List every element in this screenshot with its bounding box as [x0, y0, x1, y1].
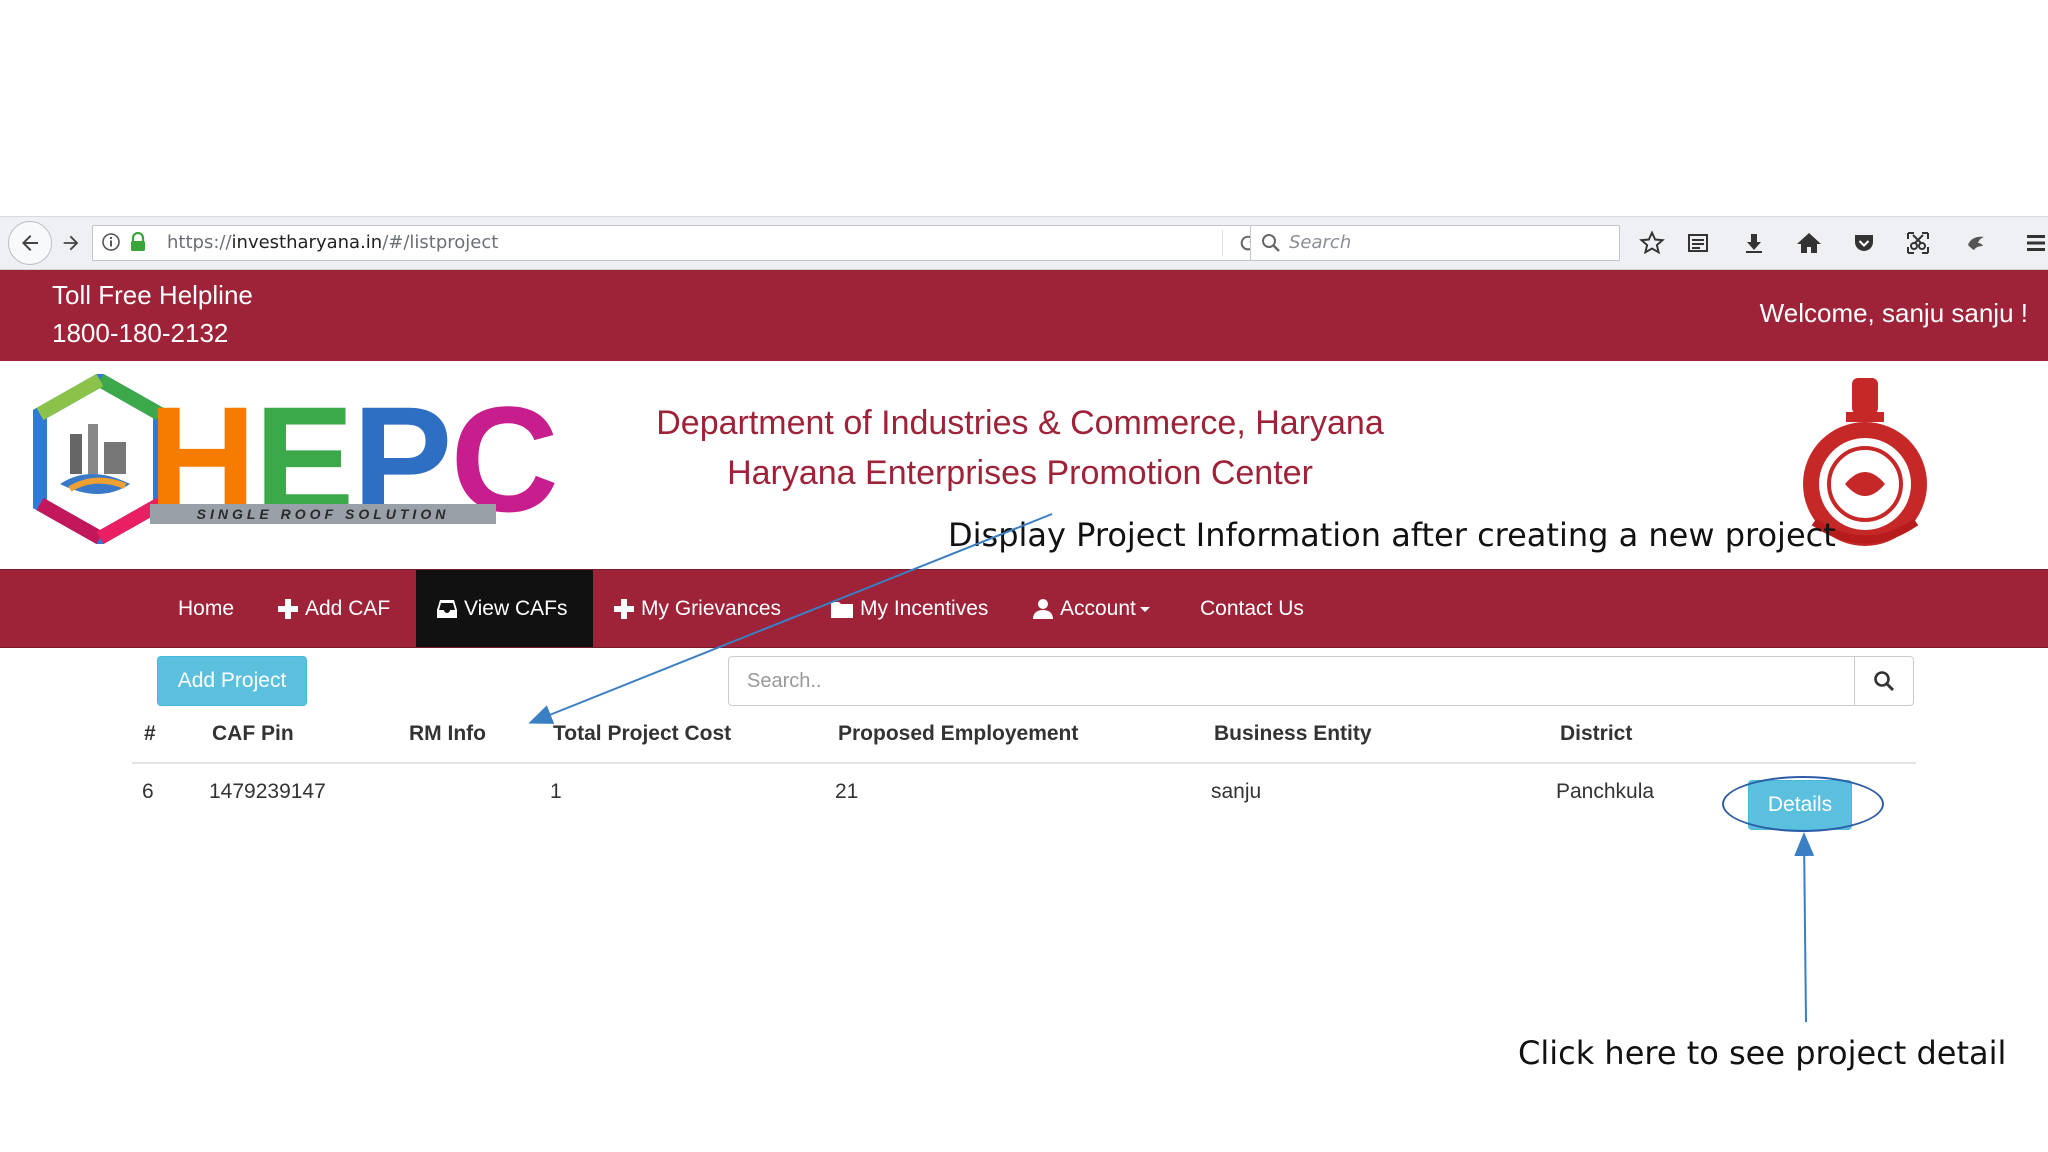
address-bar[interactable]: https://investharyana.in/#/listproject	[92, 225, 1272, 261]
url-host: investharyana.in	[231, 232, 383, 253]
cell-proposed-employment: 21	[835, 780, 859, 803]
plus-icon	[614, 598, 634, 619]
nav-my-grievances[interactable]: My Grievances	[593, 570, 801, 647]
extension-icon[interactable]	[1962, 229, 1990, 257]
helpline-number: 1800-180-2132	[52, 318, 229, 348]
arrow-left-icon	[22, 235, 38, 251]
browser-toolbar: https://investharyana.in/#/listproject S…	[0, 216, 2048, 270]
nav-view-cafs[interactable]: View CAFs	[416, 570, 593, 647]
helpline-label: Toll Free Helpline	[52, 280, 253, 310]
lock-icon	[131, 232, 145, 251]
nav-home-label: Home	[178, 596, 235, 620]
nav-my-incentives[interactable]: My Incentives	[810, 570, 1008, 647]
col-header-number: #	[144, 722, 156, 745]
download-icon[interactable]	[1740, 229, 1768, 257]
bookmark-star-icon[interactable]	[1638, 229, 1666, 257]
nav-home[interactable]: Home	[158, 570, 254, 647]
url-text: https://investharyana.in/#/listproject	[167, 232, 498, 253]
url-separator	[1222, 230, 1223, 256]
pocket-icon[interactable]	[1850, 229, 1878, 257]
nav-view-cafs-label: View CAFs	[464, 596, 568, 620]
col-header-business-entity: Business Entity	[1214, 722, 1372, 745]
user-icon	[1033, 598, 1053, 619]
col-header-caf-pin: CAF Pin	[212, 722, 294, 745]
annotation-click-details: Click here to see project detail	[1518, 1034, 2007, 1072]
welcome-message: Welcome, sanju sanju !	[1759, 298, 2028, 328]
col-header-total-project-cost: Total Project Cost	[553, 722, 732, 745]
caret-down-icon	[1139, 606, 1150, 612]
browser-search-box[interactable]: Search	[1250, 225, 1620, 261]
cell-total-project-cost: 1	[550, 780, 562, 803]
folder-icon	[831, 601, 853, 618]
search-icon	[1874, 671, 1895, 692]
nav-add-caf[interactable]: Add CAF	[257, 570, 410, 647]
department-line-2: Haryana Enterprises Promotion Center	[727, 454, 1313, 492]
details-highlight-ellipse	[1722, 776, 1884, 832]
add-project-button[interactable]: Add Project	[157, 656, 307, 706]
logo-tagline: SINGLE ROOF SOLUTION	[150, 504, 496, 524]
col-header-district: District	[1560, 722, 1633, 745]
department-title: Department of Industries & Commerce, Har…	[560, 398, 1480, 498]
main-nav: Home Add CAF View CAFs My Grievances My …	[0, 569, 2048, 648]
col-header-rm-info: RM Info	[409, 722, 486, 745]
search-icon	[1262, 234, 1280, 252]
nav-contact-us[interactable]: Contact Us	[1180, 570, 1324, 647]
project-search-button[interactable]	[1854, 656, 1914, 706]
cell-district: Panchkula	[1556, 780, 1655, 803]
cell-business-entity: sanju	[1211, 780, 1262, 803]
info-icon[interactable]	[101, 232, 121, 252]
forward-button[interactable]	[52, 224, 90, 262]
screenshot-icon[interactable]	[1904, 229, 1932, 257]
annotation-display-info: Display Project Information after creati…	[948, 516, 1836, 554]
nav-contact-us-label: Contact Us	[1200, 596, 1304, 620]
reading-list-icon[interactable]	[1684, 229, 1712, 257]
arrow-right-icon	[63, 235, 79, 251]
cell-number: 6	[142, 780, 154, 803]
inbox-icon	[437, 599, 457, 618]
nav-my-incentives-label: My Incentives	[860, 596, 989, 620]
nav-account[interactable]: Account	[1012, 570, 1177, 647]
nav-my-grievances-label: My Grievances	[641, 596, 782, 620]
url-prefix: https://	[167, 232, 232, 253]
helpline: Toll Free Helpline 1800-180-2132	[52, 276, 253, 352]
top-header: Toll Free Helpline 1800-180-2132 Welcome…	[0, 270, 2048, 361]
nav-account-label: Account	[1060, 596, 1136, 620]
project-search	[728, 656, 1914, 706]
menu-icon[interactable]	[2024, 229, 2048, 257]
project-search-input[interactable]	[728, 656, 1855, 706]
url-path: /#/listproject	[382, 232, 499, 253]
col-header-proposed-employment: Proposed Employement	[838, 722, 1079, 745]
back-button[interactable]	[8, 221, 52, 265]
cell-caf-pin: 1479239147	[209, 780, 326, 803]
hepc-logo[interactable]: HEPC SINGLE ROOF SOLUTION	[30, 374, 559, 544]
browser-search-placeholder: Search	[1289, 232, 1352, 253]
table-header-divider	[132, 762, 1916, 764]
plus-icon	[278, 598, 298, 619]
home-icon[interactable]	[1795, 229, 1823, 257]
nav-add-caf-label: Add CAF	[305, 596, 391, 620]
department-line-1: Department of Industries & Commerce, Har…	[656, 404, 1384, 442]
arrow-to-details-button	[1794, 832, 1815, 1023]
